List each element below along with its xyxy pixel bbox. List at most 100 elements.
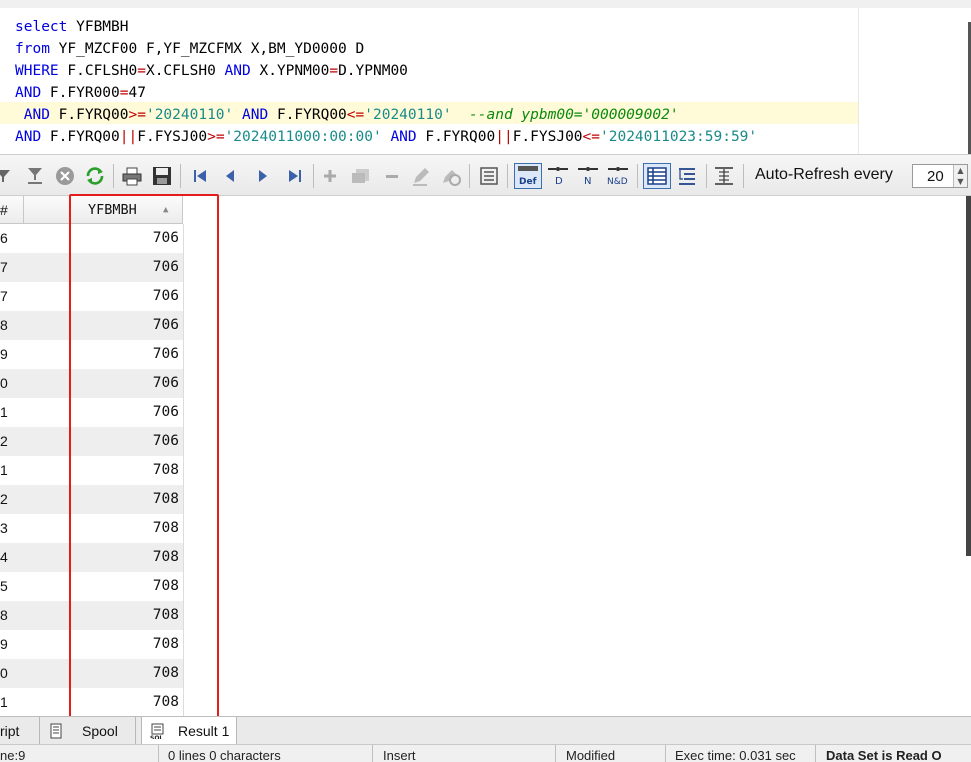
nested-view-icon[interactable]: N: [576, 165, 602, 187]
sql-token: <=: [582, 129, 600, 145]
result-grid[interactable]: # YFBMBH ▲ 6 706 7 706 7 706 8 706 9 706 0 706 1 706 2…: [0, 196, 971, 716]
sql-token: <=: [346, 107, 365, 123]
table-row[interactable]: 8 706: [0, 311, 183, 340]
cell-yfbmbh[interactable]: 706: [24, 282, 179, 311]
cell-yfbmbh[interactable]: 708: [24, 659, 179, 688]
table-row[interactable]: 1 706: [0, 398, 183, 427]
cell-yfbmbh[interactable]: 708: [24, 688, 179, 717]
tab-result-1[interactable]: SQL Result 1: [141, 717, 237, 745]
default-view-icon[interactable]: Def: [514, 163, 542, 189]
next-record-icon[interactable]: [252, 165, 274, 187]
tab-script[interactable]: ript: [0, 717, 40, 745]
print-icon[interactable]: [121, 165, 143, 187]
sql-token: F.CFLSH0: [58, 63, 138, 79]
table-row[interactable]: 0 708: [0, 659, 183, 688]
filter-down-icon[interactable]: [24, 165, 46, 187]
sql-token: --and ypbm00='000009002': [451, 107, 679, 123]
cell-yfbmbh[interactable]: 708: [24, 456, 179, 485]
table-row[interactable]: 9 708: [0, 630, 183, 659]
table-row[interactable]: 3 708: [0, 514, 183, 543]
refresh-icon[interactable]: [84, 165, 106, 187]
auto-refresh-interval-input[interactable]: 20 ▲ ▼: [912, 164, 968, 188]
sql-editor[interactable]: select YFBMBH from YF_MZCF00 F,YF_MZCFMX …: [0, 0, 971, 162]
cell-yfbmbh[interactable]: 706: [24, 340, 179, 369]
auto-size-icon[interactable]: [713, 165, 735, 187]
detail-nested-view-icon[interactable]: N&D: [606, 165, 632, 187]
table-row[interactable]: 4 708: [0, 543, 183, 572]
svg-text:SQL: SQL: [150, 735, 163, 739]
sql-token: AND: [242, 107, 269, 123]
cell-yfbmbh[interactable]: 706: [24, 369, 179, 398]
spool-icon: [50, 723, 62, 739]
cell-yfbmbh[interactable]: 708: [24, 485, 179, 514]
cell-yfbmbh[interactable]: 708: [24, 601, 179, 630]
sql-line[interactable]: select YFBMBH: [15, 16, 129, 38]
cell-yfbmbh[interactable]: 706: [24, 224, 179, 253]
sql-token: =: [137, 63, 146, 79]
sql-token: 47: [128, 85, 146, 101]
sql-token: >=: [128, 107, 146, 123]
sql-token: AND: [15, 129, 42, 145]
delete-record-icon[interactable]: [381, 165, 403, 187]
table-row[interactable]: 7 706: [0, 282, 183, 311]
sql-token: =: [329, 63, 339, 79]
row-number: 7: [0, 259, 8, 275]
last-record-icon[interactable]: [284, 165, 306, 187]
sql-result-icon: SQL: [150, 723, 164, 739]
interval-spinner[interactable]: ▲ ▼: [953, 165, 967, 187]
cell-yfbmbh[interactable]: 708: [24, 514, 179, 543]
first-record-icon[interactable]: [189, 165, 211, 187]
cancel-edit-icon[interactable]: [440, 165, 462, 187]
detail-view-icon[interactable]: D: [546, 165, 572, 187]
sql-line[interactable]: WHERE F.CFLSH0=X.CFLSH0 AND X.YPNM00=D.Y…: [15, 60, 408, 82]
sql-token: F.FYSJ00: [137, 129, 208, 145]
tree-view-icon[interactable]: [676, 165, 698, 187]
vertical-scrollbar[interactable]: [966, 196, 971, 556]
grid-view-icon[interactable]: [643, 163, 671, 189]
cell-yfbmbh[interactable]: 706: [24, 253, 179, 282]
table-row[interactable]: 5 708: [0, 572, 183, 601]
duplicate-record-icon[interactable]: [350, 165, 372, 187]
prev-record-icon[interactable]: [219, 165, 241, 187]
sql-token: D.YPNM00: [338, 63, 408, 79]
column-header-yfbmbh[interactable]: YFBMBH ▲: [24, 196, 183, 224]
table-row[interactable]: 2 708: [0, 485, 183, 514]
clear-icon[interactable]: [54, 165, 76, 187]
sql-token: YFBMBH: [67, 19, 129, 35]
form-view-icon[interactable]: [478, 165, 500, 187]
row-number: 2: [0, 433, 8, 449]
sql-token: F.FYR000: [41, 85, 120, 101]
table-row[interactable]: 0 706: [0, 369, 183, 398]
cell-yfbmbh[interactable]: 708: [24, 572, 179, 601]
sql-token: AND: [15, 107, 50, 123]
status-exec-time: Exec time: 0.031 sec: [675, 748, 796, 762]
sql-token: F.FYRQ00: [416, 129, 496, 145]
table-row[interactable]: 1 708: [0, 456, 183, 485]
table-row[interactable]: 2 706: [0, 427, 183, 456]
table-row[interactable]: 9 706: [0, 340, 183, 369]
cell-yfbmbh[interactable]: 708: [24, 543, 179, 572]
sql-line[interactable]: AND F.FYRQ00>='20240110' AND F.FYRQ00<='…: [15, 104, 679, 126]
table-row[interactable]: 7 706: [0, 253, 183, 282]
cell-yfbmbh[interactable]: 706: [24, 398, 179, 427]
table-row[interactable]: 1 708: [0, 688, 183, 717]
row-number: 0: [0, 665, 8, 681]
post-edit-icon[interactable]: [410, 165, 432, 187]
sql-line[interactable]: AND F.FYRQ00||F.FYSJ00>='2024011000:00:0…: [15, 126, 757, 148]
cell-yfbmbh[interactable]: 706: [24, 311, 179, 340]
table-row[interactable]: 6 706: [0, 224, 183, 253]
auto-refresh-interval-value: 20: [927, 168, 944, 185]
sql-token: F.FYRQ00: [268, 107, 347, 123]
insert-record-icon[interactable]: [319, 165, 341, 187]
table-row[interactable]: 8 708: [0, 601, 183, 630]
sql-line[interactable]: from YF_MZCF00 F,YF_MZCFMX X,BM_YD0000 D: [15, 38, 364, 60]
tab-spool[interactable]: Spool: [44, 717, 136, 745]
save-icon[interactable]: [151, 165, 173, 187]
sql-line[interactable]: AND F.FYR000=47: [15, 82, 146, 104]
cell-yfbmbh[interactable]: 706: [24, 427, 179, 456]
tab-result-label: Result 1: [178, 723, 230, 739]
cell-yfbmbh[interactable]: 708: [24, 630, 179, 659]
filter-icon[interactable]: [0, 165, 14, 187]
sql-token: X.YPNM00: [250, 63, 330, 79]
